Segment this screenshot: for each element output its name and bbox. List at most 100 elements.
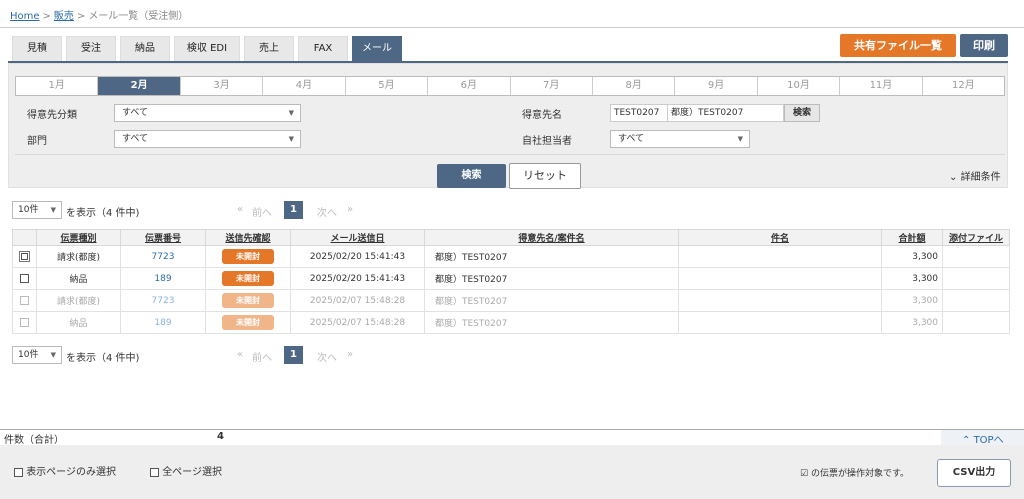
detail-conditions-toggle[interactable]: ⌄ 詳細条件 [949,168,1001,183]
month-sep[interactable]: 9月 [675,77,758,95]
customer-name: 都度）TEST0207 [424,267,679,290]
col-select [12,229,37,246]
customer-name: 都度）TEST0207 [424,289,679,312]
month-aug[interactable]: 8月 [593,77,676,95]
search-button[interactable]: 検索 [437,164,506,188]
tab-delivery[interactable]: 納品 [120,36,170,61]
department-label: 部門 [27,136,47,147]
select-page-label: 表示ページのみ選択 [26,467,116,478]
tab-mail[interactable]: メール [352,36,402,61]
tab-inspection-edi[interactable]: 検収 EDI [174,36,240,61]
col-customer[interactable]: 得意先名/案件名 [424,229,679,246]
top-link[interactable]: ⌃ TOPへ [962,431,1004,446]
row-checkbox[interactable] [19,250,30,262]
slip-number-link[interactable]: 189 [120,267,206,290]
customer-name-field[interactable]: 都度）TEST0207 [667,104,784,122]
reset-button[interactable]: リセット [509,163,581,189]
breadcrumb-home-link[interactable]: Home [10,11,40,22]
col-recipient-status[interactable]: 送信先確認 [205,229,291,246]
select-all-checkbox[interactable] [150,467,159,477]
first-page-link-bottom[interactable]: « [237,349,243,360]
tab-sales[interactable]: 売上 [244,36,294,61]
customer-category-select[interactable]: すべて ▼ [114,104,301,122]
current-page-bottom[interactable]: 1 [284,346,303,364]
row-checkbox[interactable] [20,273,29,283]
page-size-select-bottom[interactable]: 10件 ▼ [12,346,62,364]
target-note-text: の伝票が操作対象です。 [810,469,910,479]
col-attachment[interactable]: 添付ファイル [942,229,1010,246]
csv-export-button[interactable]: CSV出力 [937,459,1011,487]
page-size-value: 10件 [18,205,39,215]
checked-box-icon: ☑ [800,469,809,479]
status-badge: 未開封 [222,293,274,308]
total: 3,300 [881,245,943,268]
select-all-option[interactable]: 全ページ選択 [150,463,222,478]
prev-page-link[interactable]: 前へ [252,204,272,219]
filter-divider [15,154,1005,155]
chevron-down-icon: ▼ [288,109,294,117]
last-page-link[interactable]: » [347,204,353,215]
shared-files-button[interactable]: 共有ファイル一覧 [840,34,956,57]
slip-type: 請求(都度) [36,289,121,312]
month-oct[interactable]: 10月 [758,77,841,95]
next-page-link-bottom[interactable]: 次へ [317,349,337,364]
pager-summary: を表示（4 件中) [66,208,140,219]
month-may[interactable]: 5月 [346,77,429,95]
col-slip-type[interactable]: 伝票種別 [36,229,121,246]
month-jun[interactable]: 6月 [428,77,511,95]
sent-date: 2025/02/20 15:41:43 [290,245,425,268]
next-page-link[interactable]: 次へ [317,204,337,219]
chevron-down-icon: ▼ [50,351,56,359]
customer-category-value: すべて [122,108,149,118]
month-dec[interactable]: 12月 [923,77,1004,95]
col-total[interactable]: 合計額 [881,229,943,246]
prev-page-link-bottom[interactable]: 前へ [252,349,272,364]
tab-quote[interactable]: 見積 [12,36,62,61]
month-jul[interactable]: 7月 [511,77,593,95]
month-nov[interactable]: 11月 [840,77,923,95]
subject [678,289,882,312]
slip-number-link[interactable]: 7723 [120,289,206,312]
slip-type: 納品 [36,311,121,334]
staff-select[interactable]: すべて ▼ [610,130,750,148]
customer-code-field[interactable]: TEST0207 [610,104,668,122]
first-page-link[interactable]: « [237,204,243,215]
row-checkbox[interactable] [20,317,29,327]
select-page-checkbox[interactable] [14,467,23,477]
month-mar[interactable]: 3月 [181,77,264,95]
month-jan[interactable]: 1月 [16,77,99,95]
customer-search-button[interactable]: 検索 [784,104,820,122]
total: 3,300 [881,289,943,312]
col-subject[interactable]: 件名 [678,229,882,246]
slip-number-link[interactable]: 189 [120,311,206,334]
print-button[interactable]: 印刷 [960,34,1008,57]
tab-fax[interactable]: FAX [298,36,348,61]
col-slip-number[interactable]: 伝票番号 [120,229,206,246]
department-value: すべて [122,134,149,144]
table-row: 納品 189 未開封 2025/02/20 15:41:43 都度）TEST02… [12,267,1010,290]
tab-order[interactable]: 受注 [66,36,116,61]
page-size-select[interactable]: 10件 ▼ [12,201,62,219]
col-sent-date[interactable]: メール送信日 [290,229,425,246]
month-feb[interactable]: 2月 [98,77,181,95]
subject [678,245,882,268]
slip-type: 請求(都度) [36,245,121,268]
department-select[interactable]: すべて ▼ [114,130,301,148]
month-selector: 1月 2月 3月 4月 5月 6月 7月 8月 9月 10月 11月 12月 [15,76,1005,96]
row-checkbox[interactable] [20,295,29,305]
breadcrumb-sales-link[interactable]: 販売 [54,11,74,22]
row-checkbox-cell [12,311,37,334]
attachment [942,289,1010,312]
select-page-option[interactable]: 表示ページのみ選択 [14,463,116,478]
table-row: 請求(都度) 7723 未開封 2025/02/20 15:41:43 都度）T… [12,245,1010,268]
sent-date: 2025/02/20 15:41:43 [290,267,425,290]
staff-label: 自社担当者 [522,136,572,147]
last-page-link-bottom[interactable]: » [347,349,353,360]
slip-number-link[interactable]: 7723 [120,245,206,268]
header-divider [0,27,1024,28]
total: 3,300 [881,311,943,334]
month-apr[interactable]: 4月 [263,77,346,95]
subject [678,311,882,334]
current-page[interactable]: 1 [284,201,303,219]
mail-table: 伝票種別 伝票番号 送信先確認 メール送信日 得意先名/案件名 件名 合計額 添… [12,229,1010,334]
